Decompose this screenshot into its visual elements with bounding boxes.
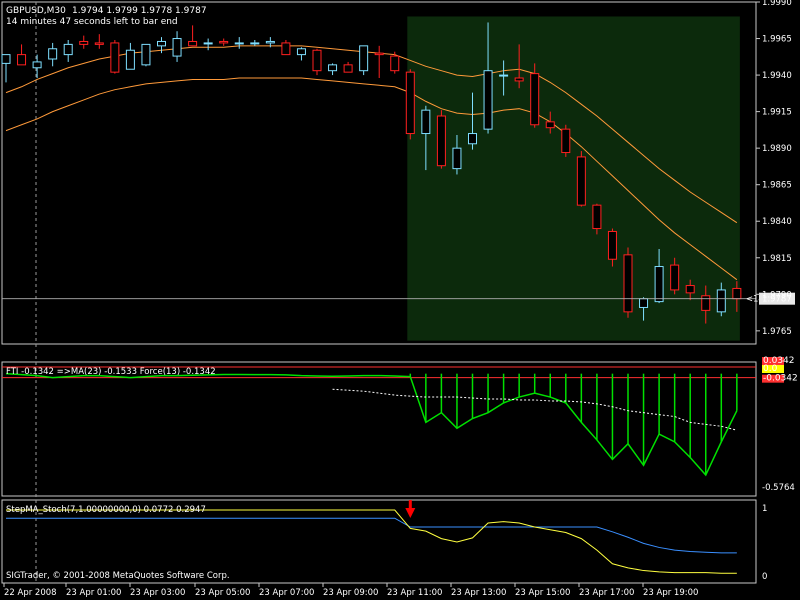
candle-body[interactable] bbox=[483, 70, 493, 130]
y-tick-label: 1.9940 bbox=[762, 71, 792, 81]
candle-body[interactable] bbox=[390, 55, 400, 72]
candle-body[interactable] bbox=[312, 49, 322, 72]
candle-body[interactable] bbox=[48, 48, 58, 60]
candle-body[interactable] bbox=[141, 43, 151, 66]
candle-body[interactable] bbox=[436, 115, 446, 167]
x-tick-label: 23 Apr 15:00 bbox=[515, 588, 570, 598]
candle-body[interactable] bbox=[576, 156, 586, 206]
candle-body[interactable] bbox=[265, 40, 275, 44]
candle-body[interactable] bbox=[157, 40, 166, 47]
candle-body[interactable] bbox=[716, 289, 726, 313]
candle-body[interactable] bbox=[701, 295, 711, 311]
fti-ma-line bbox=[332, 388, 737, 431]
candle-body[interactable] bbox=[607, 230, 617, 260]
x-tick-label: 23 Apr 19:00 bbox=[643, 588, 698, 598]
x-tick-label: 23 Apr 13:00 bbox=[451, 588, 506, 598]
chart-canvas[interactable]: <14:47 1.97871.99901.99651.99401.99151.9… bbox=[0, 0, 800, 600]
sell-arrow-icon bbox=[405, 508, 416, 519]
candle-body[interactable] bbox=[1, 54, 11, 64]
candle-body[interactable] bbox=[670, 264, 680, 291]
fti-level-label: -0.0342 bbox=[763, 374, 798, 384]
copyright-text: SIGTrader, © 2001-2008 MetaQuotes Softwa… bbox=[6, 571, 230, 581]
candle-body[interactable] bbox=[32, 61, 42, 69]
candle-body[interactable] bbox=[421, 109, 431, 135]
candle-body[interactable] bbox=[125, 49, 135, 70]
candle-body[interactable] bbox=[499, 74, 509, 77]
stoch-tick-label: 1 bbox=[762, 504, 767, 514]
x-tick-label: 23 Apr 05:00 bbox=[195, 588, 250, 598]
candle-body[interactable] bbox=[374, 52, 384, 56]
candle-body[interactable] bbox=[188, 40, 198, 47]
candle-body[interactable] bbox=[17, 54, 27, 66]
stoch-indicator-title: StepMA_Stoch(7,1.00000000,0) 0.0772 0.29… bbox=[6, 505, 206, 515]
candle-body[interactable] bbox=[219, 40, 229, 44]
y-tick-label: 1.9790 bbox=[762, 290, 792, 300]
candle-body[interactable] bbox=[468, 133, 477, 145]
candle-body[interactable] bbox=[452, 147, 462, 170]
x-tick-label: 23 Apr 11:00 bbox=[387, 588, 442, 598]
x-tick-label: 23 Apr 03:00 bbox=[130, 588, 185, 598]
fti-line bbox=[5, 372, 738, 477]
candle-body[interactable] bbox=[281, 42, 291, 56]
sell-arrow-shaft bbox=[408, 500, 412, 510]
candle-body[interactable] bbox=[530, 73, 540, 126]
y-tick-label: 1.9890 bbox=[762, 144, 792, 154]
fti-min-label: -0.5764 bbox=[762, 483, 795, 493]
stoch-main-line bbox=[6, 509, 737, 574]
stoch-signal-line bbox=[6, 517, 737, 554]
candle-body[interactable] bbox=[514, 77, 524, 82]
candle-body[interactable] bbox=[545, 121, 555, 129]
candle-body[interactable] bbox=[359, 45, 369, 72]
candle-body[interactable] bbox=[94, 42, 104, 45]
candle-body[interactable] bbox=[328, 64, 338, 72]
y-tick-label: 1.9765 bbox=[762, 327, 792, 337]
candle-body[interactable] bbox=[732, 287, 742, 300]
candle-body[interactable] bbox=[623, 254, 633, 313]
bar-countdown: 14 minutes 47 seconds left to bar end bbox=[6, 17, 178, 27]
x-tick-label: 23 Apr 07:00 bbox=[259, 588, 314, 598]
candle-body[interactable] bbox=[110, 42, 120, 73]
x-tick-label: 23 Apr 01:00 bbox=[66, 588, 121, 598]
y-tick-label: 1.9965 bbox=[762, 35, 792, 45]
x-tick-label: 23 Apr 09:00 bbox=[323, 588, 378, 598]
candle-body[interactable] bbox=[203, 42, 213, 45]
candle-body[interactable] bbox=[250, 42, 260, 45]
candle-body[interactable] bbox=[592, 204, 602, 230]
candle-body[interactable] bbox=[639, 298, 649, 308]
candle-body[interactable] bbox=[405, 71, 415, 135]
ohlc-values: 1.9794 1.9799 1.9778 1.9787 bbox=[72, 6, 207, 16]
x-tick-label: 22 Apr 2008 bbox=[4, 588, 57, 598]
y-tick-label: 1.9840 bbox=[762, 217, 792, 227]
candle-body[interactable] bbox=[654, 266, 664, 303]
candle-body[interactable] bbox=[172, 38, 182, 57]
candle-body[interactable] bbox=[234, 42, 244, 45]
candle-body[interactable] bbox=[561, 128, 571, 154]
candle-body[interactable] bbox=[296, 48, 306, 56]
y-tick-label: 1.9815 bbox=[762, 254, 792, 264]
candle-body[interactable] bbox=[79, 40, 89, 45]
candle-body[interactable] bbox=[63, 43, 73, 56]
y-tick-label: 1.9990 bbox=[762, 0, 792, 8]
stoch-tick-label: 0 bbox=[762, 572, 767, 582]
fti-level-label: 0.0 bbox=[763, 364, 778, 374]
y-tick-label: 1.9915 bbox=[762, 108, 792, 118]
candle-body[interactable] bbox=[343, 64, 353, 73]
x-tick-label: 23 Apr 17:00 bbox=[579, 588, 634, 598]
candle-body[interactable] bbox=[685, 285, 695, 294]
symbol-title: GBPUSD,M30 bbox=[6, 6, 66, 16]
y-tick-label: 1.9865 bbox=[762, 181, 792, 191]
fti-indicator-title: FTI -0.1342 =>MA(23) -0.1533 Force(13) -… bbox=[6, 367, 216, 377]
